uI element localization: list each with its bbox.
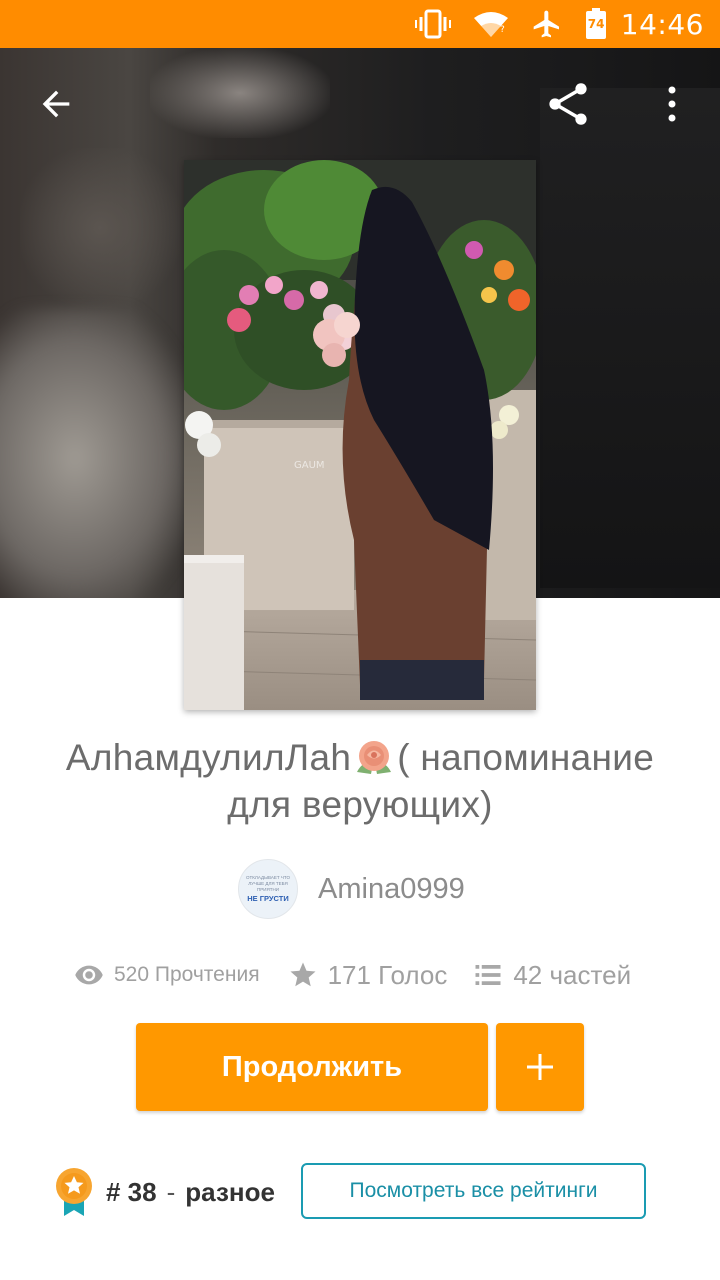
- parts-count: 42 частей: [513, 959, 632, 990]
- eye-icon: [74, 960, 104, 990]
- vibrate-icon: [414, 9, 451, 39]
- cover-watermark: GAUM: [294, 460, 325, 471]
- story-title-part1: АлhамдулилЛаh: [65, 737, 352, 778]
- back-arrow-icon: [42, 90, 70, 118]
- story-title: АлhамдулилЛаh ( напоминание для верующих…: [30, 734, 690, 828]
- battery-icon: 74: [585, 8, 607, 40]
- story-cover-image[interactable]: GAUM: [184, 160, 536, 710]
- rose-emoji-icon: [351, 738, 397, 778]
- rank-category: разное: [185, 1176, 275, 1207]
- reads-count: 520 Прочтения: [114, 963, 260, 986]
- wifi-icon: ?: [473, 10, 509, 38]
- votes-count: 171 Голос: [327, 959, 448, 990]
- parts-stat: 42 частей: [473, 960, 631, 991]
- clock: 14:46: [620, 7, 704, 41]
- battery-level: 74: [587, 17, 605, 31]
- rank-separator: -: [166, 1176, 176, 1207]
- continue-reading-label: Продолжить: [221, 1050, 403, 1083]
- view-all-rankings-button[interactable]: Посмотреть все рейтинги: [301, 1163, 646, 1219]
- view-all-rankings-label: Посмотреть все рейтинги: [349, 1179, 598, 1202]
- continue-reading-button[interactable]: Продолжить: [136, 1023, 488, 1111]
- rank-number: # 38: [106, 1176, 157, 1207]
- reads-stat: 520 Прочтения: [74, 960, 260, 990]
- svg-text:?: ?: [500, 25, 505, 35]
- author-link[interactable]: ОТКЛАДЫВАЕТ ЧТО ЛУЧШЕ ДЛЯ ТЕБЯ ПРИЯТНИ Н…: [238, 858, 465, 920]
- airplane-icon: [531, 8, 563, 40]
- list-icon: [473, 960, 503, 990]
- votes-stat: 171 Голос: [288, 959, 448, 991]
- avatar[interactable]: ОТКЛАДЫВАЕТ ЧТО ЛУЧШЕ ДЛЯ ТЕБЯ ПРИЯТНИ Н…: [238, 859, 298, 919]
- status-bar: ? 74 14:46: [0, 0, 720, 48]
- plus-icon: [527, 1054, 553, 1080]
- author-name[interactable]: Amina0999: [318, 873, 465, 906]
- share-button[interactable]: [540, 76, 596, 132]
- cover-illustration: GAUM: [184, 160, 536, 710]
- add-to-library-button[interactable]: [496, 1023, 584, 1111]
- share-icon: [549, 83, 587, 125]
- ranking-info: # 38 - разное: [54, 1164, 275, 1220]
- more-vert-icon: [668, 86, 676, 122]
- star-icon: [288, 960, 318, 990]
- back-button[interactable]: [28, 76, 84, 132]
- story-stats: 520 Прочтения 171 Голос 42 частей: [74, 955, 631, 995]
- medal-icon: [56, 1168, 92, 1216]
- avatar-small-text: ОТКЛАДЫВАЕТ ЧТО ЛУЧШЕ ДЛЯ ТЕБЯ ПРИЯТНИ: [246, 875, 290, 892]
- avatar-main-text: НЕ ГРУСТИ: [247, 894, 289, 903]
- more-options-button[interactable]: [644, 76, 700, 132]
